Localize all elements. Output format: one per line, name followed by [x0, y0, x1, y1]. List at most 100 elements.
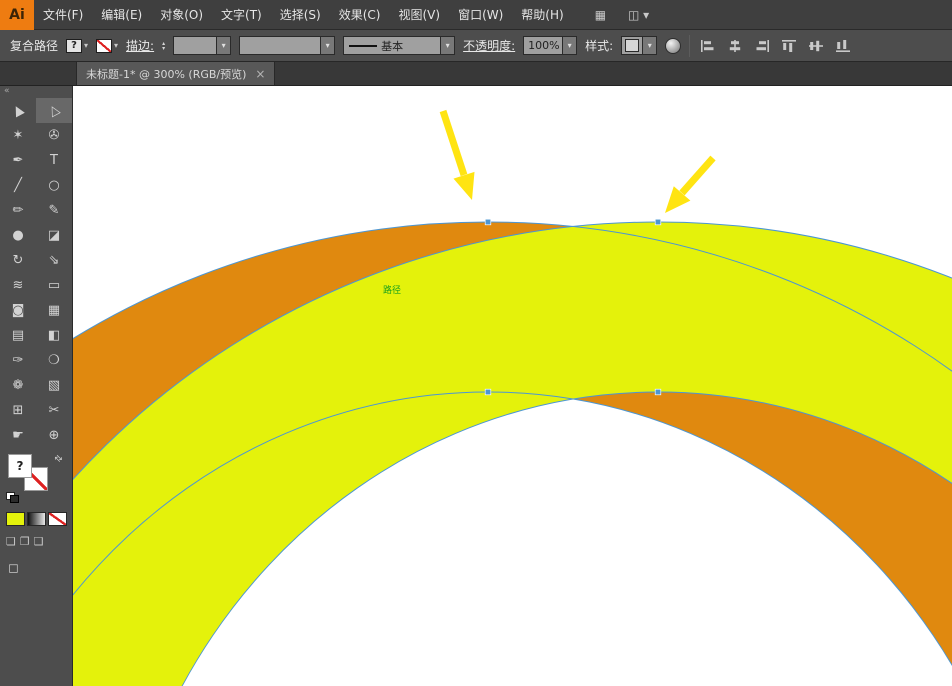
selection-type-label: 复合路径: [10, 37, 58, 54]
mesh-tool[interactable]: ▤: [0, 323, 36, 348]
anchor-point[interactable]: [485, 219, 491, 225]
tab-close-icon[interactable]: ×: [255, 67, 265, 81]
align-vertical-top-icon[interactable]: [779, 38, 798, 54]
scale-tool[interactable]: ⇘: [36, 248, 72, 273]
menu-item-window[interactable]: 窗口(W): [449, 0, 512, 30]
draw-inside-icon[interactable]: ❑: [34, 535, 44, 548]
eyedropper-tool[interactable]: ✑: [0, 348, 36, 373]
dropdown-arrow-icon[interactable]: ▾: [440, 37, 454, 54]
menu-item-file[interactable]: 文件(F): [34, 0, 92, 30]
type-tool[interactable]: T: [36, 148, 72, 173]
menu-bar-icons: ▦ ◫ ▾: [573, 8, 650, 22]
dropdown-arrow-icon[interactable]: ▾: [320, 37, 334, 54]
fill-swatch: ?: [66, 39, 82, 53]
width-tool[interactable]: ≋: [0, 273, 36, 298]
menu-item-edit[interactable]: 编辑(E): [92, 0, 151, 30]
stroke-weight-combo[interactable]: ▾: [173, 36, 231, 55]
dropdown-arrow-icon[interactable]: ▾: [216, 37, 230, 54]
gradient-tool[interactable]: ◧: [36, 323, 72, 348]
fill-swatch-dropdown[interactable]: ?▾: [66, 39, 88, 53]
lasso-tool[interactable]: ✇: [36, 123, 72, 148]
stroke-none-swatch: [96, 39, 112, 53]
anchor-point[interactable]: [655, 219, 661, 225]
shape-builder-tool[interactable]: ◙: [0, 298, 36, 323]
anchor-point[interactable]: [485, 389, 491, 395]
fill-color-indicator[interactable]: ?: [8, 454, 32, 478]
annotation-arrows: [443, 111, 713, 213]
annotation-arrow: [443, 111, 475, 200]
zoom-tool[interactable]: ⊕: [36, 423, 72, 448]
align-horizontal-left-icon[interactable]: [698, 38, 717, 54]
color-type-buttons: [6, 512, 72, 526]
dropdown-arrow-icon: ▾: [84, 41, 88, 50]
anchor-point[interactable]: [655, 389, 661, 395]
draw-behind-icon[interactable]: ❐: [20, 535, 30, 548]
perspective-grid-tool[interactable]: ▦: [36, 298, 72, 323]
blend-tool[interactable]: ❍: [36, 348, 72, 373]
screen-mode-icon[interactable]: ◻: [8, 561, 19, 576]
panel-collapse-icon[interactable]: «: [0, 86, 72, 98]
menu-item-type[interactable]: 文字(T): [212, 0, 271, 30]
stroke-profile-combo[interactable]: 基本 ▾: [343, 36, 455, 55]
color-button[interactable]: [6, 512, 25, 526]
smart-guide-label: 路径: [383, 284, 401, 296]
menu-item-view[interactable]: 视图(V): [389, 0, 449, 30]
selection-tool[interactable]: ▲: [0, 98, 36, 123]
none-button[interactable]: [48, 512, 67, 526]
dropdown-arrow-icon[interactable]: ▾: [562, 37, 576, 54]
pencil-tool[interactable]: ✎: [36, 198, 72, 223]
gradient-button[interactable]: [27, 512, 46, 526]
menu-item-select[interactable]: 选择(S): [271, 0, 330, 30]
workspace-switcher-icon[interactable]: ◫ ▾: [628, 8, 649, 22]
align-horizontal-center-icon[interactable]: [725, 38, 744, 54]
annotation-arrow: [665, 158, 713, 213]
rotate-tool[interactable]: ↻: [0, 248, 36, 273]
dropdown-arrow-icon[interactable]: ▾: [642, 37, 656, 54]
draw-mode-buttons: ❏ ❐ ❑: [6, 535, 72, 548]
document-canvas[interactable]: 路径: [73, 86, 952, 686]
stroke-weight-stepper[interactable]: ▴▾: [162, 41, 165, 51]
align-horizontal-right-icon[interactable]: [752, 38, 771, 54]
align-vertical-center-icon[interactable]: [806, 38, 825, 54]
stroke-profile-value: 基本: [377, 38, 440, 54]
line-segment-tool[interactable]: ╱: [0, 173, 36, 198]
paintbrush-tool[interactable]: ✏: [0, 198, 36, 223]
stroke-swatch-dropdown[interactable]: ▾: [96, 39, 118, 53]
opacity-combo[interactable]: 100% ▾: [523, 36, 577, 55]
artboard-tool[interactable]: ⊞: [0, 398, 36, 423]
default-fill-stroke-icon[interactable]: [6, 492, 19, 502]
menu-item-help[interactable]: 帮助(H): [512, 0, 572, 30]
hand-tool[interactable]: ☛: [0, 423, 36, 448]
recolor-artwork-icon[interactable]: [665, 38, 681, 54]
swap-fill-stroke-icon[interactable]: ⇄: [52, 453, 64, 465]
stepper-down-icon[interactable]: ▾: [162, 46, 165, 51]
column-graph-tool[interactable]: ▧: [36, 373, 72, 398]
draw-normal-icon[interactable]: ❏: [6, 535, 16, 548]
blob-brush-tool[interactable]: ●: [0, 223, 36, 248]
menu-item-object[interactable]: 对象(O): [151, 0, 212, 30]
style-combo[interactable]: ▾: [621, 36, 657, 55]
menu-list: 文件(F)编辑(E)对象(O)文字(T)选择(S)效果(C)视图(V)窗口(W)…: [34, 0, 573, 30]
menu-item-effect[interactable]: 效果(C): [330, 0, 390, 30]
pen-tool[interactable]: ✒: [0, 148, 36, 173]
align-vertical-bottom-icon[interactable]: [833, 38, 852, 54]
symbol-sprayer-tool[interactable]: ❁: [0, 373, 36, 398]
direct-selection-tool[interactable]: △: [36, 98, 72, 123]
brush-definition-combo[interactable]: ▾: [239, 36, 335, 55]
dropdown-arrow-icon: ▾: [114, 41, 118, 50]
style-swatch: [625, 39, 639, 52]
tab-bar: 未标题-1* @ 300% (RGB/预览) ×: [0, 62, 952, 86]
magic-wand-tool[interactable]: ✶: [0, 123, 36, 148]
free-transform-tool[interactable]: ▭: [36, 273, 72, 298]
menu-bar: Ai 文件(F)编辑(E)对象(O)文字(T)选择(S)效果(C)视图(V)窗口…: [0, 0, 952, 30]
bridge-icon[interactable]: ▦: [595, 8, 606, 22]
stroke-link[interactable]: 描边:: [126, 37, 154, 54]
opacity-value: 100%: [524, 39, 562, 52]
ellipse-tool[interactable]: ○: [36, 173, 72, 198]
slice-tool[interactable]: ✂: [36, 398, 72, 423]
opacity-link[interactable]: 不透明度:: [463, 37, 515, 54]
control-bar: 复合路径 ?▾ ▾ 描边: ▴▾ ▾ ▾ 基本 ▾ 不透明度: 100% ▾ 样…: [0, 30, 952, 62]
document-tab[interactable]: 未标题-1* @ 300% (RGB/预览) ×: [76, 62, 275, 85]
eraser-tool[interactable]: ◪: [36, 223, 72, 248]
artwork-canvas[interactable]: 路径: [73, 86, 952, 686]
